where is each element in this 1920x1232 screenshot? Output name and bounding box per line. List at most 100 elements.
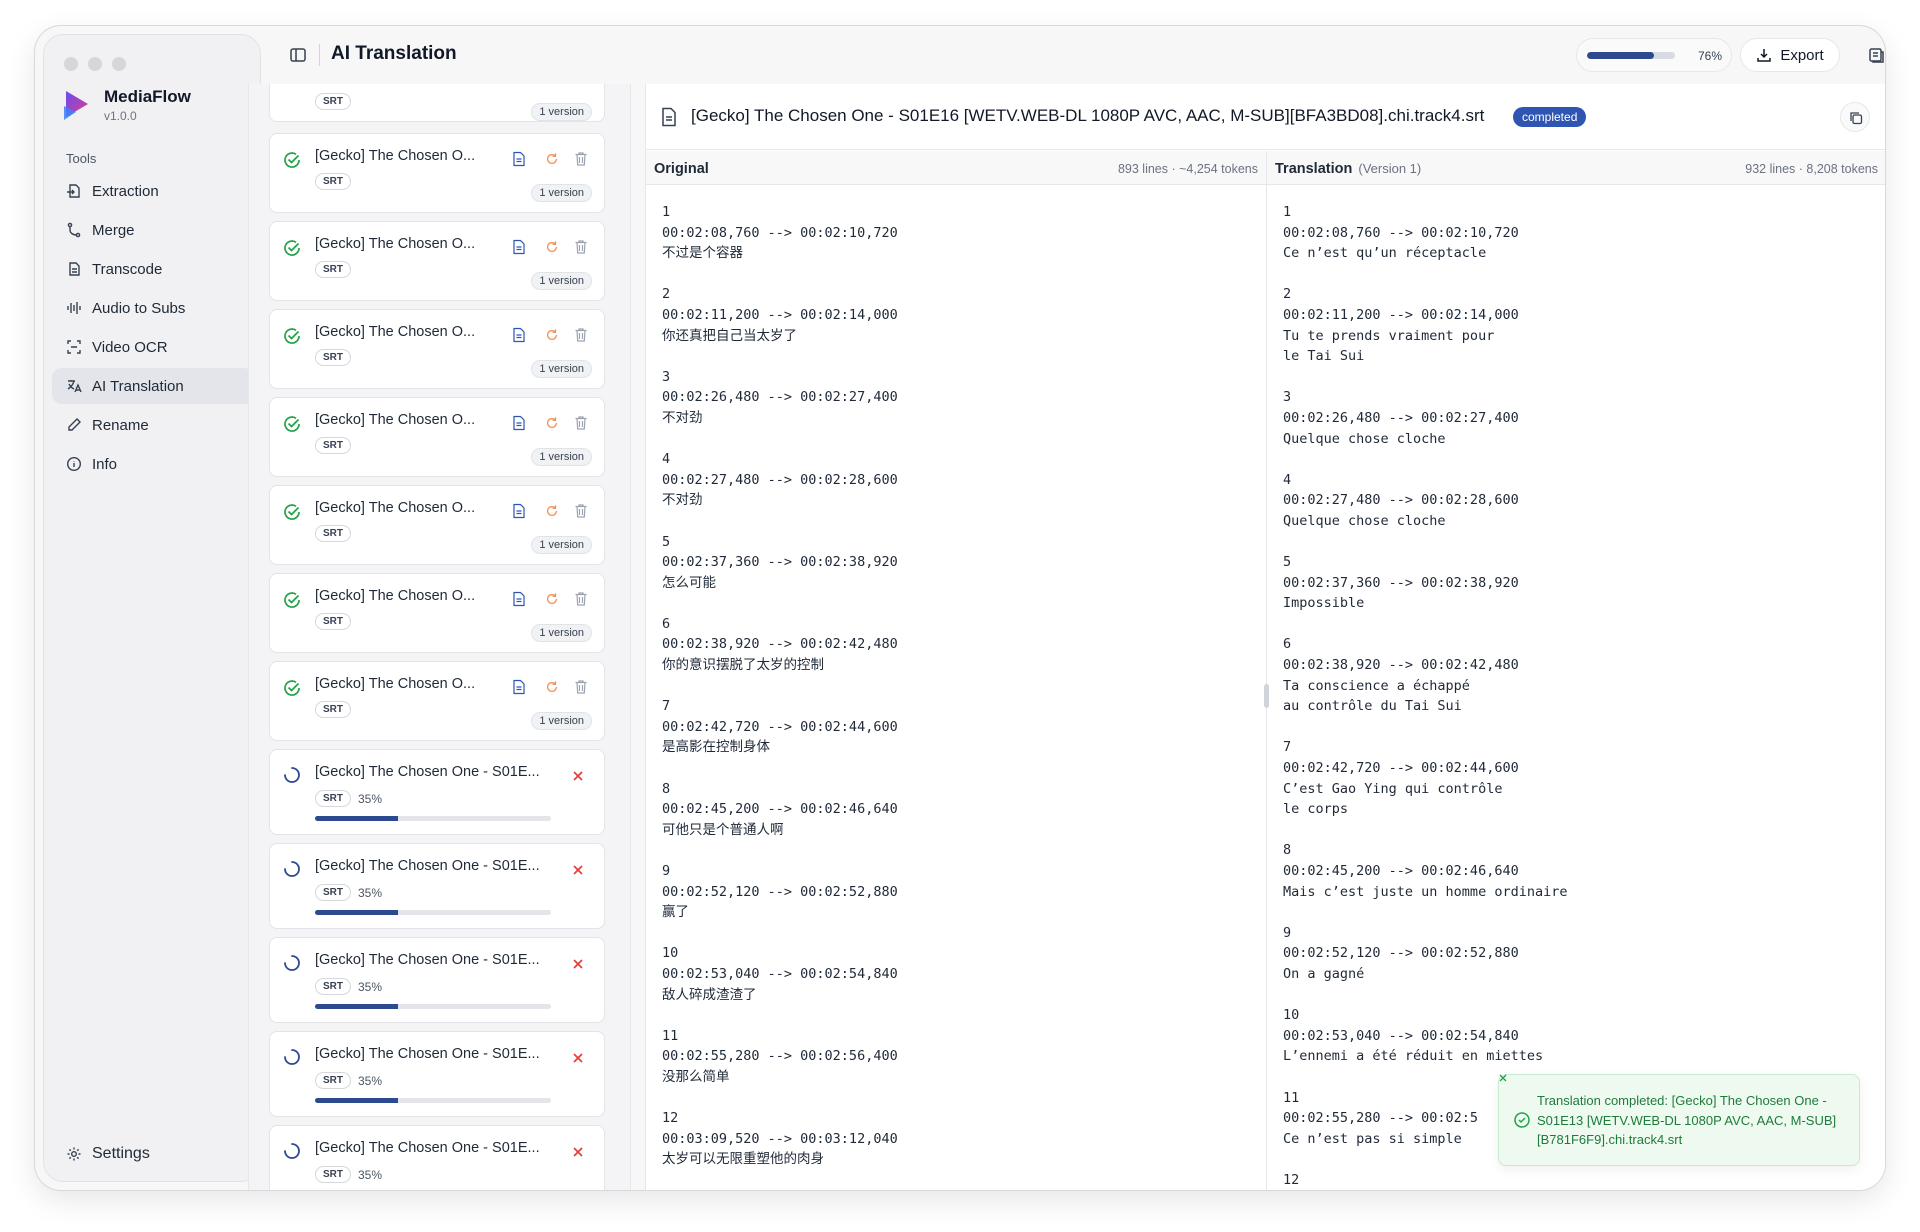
file-card-completed[interactable]: [Gecko] The Chosen O... SRT 1 version — [269, 309, 605, 389]
subtitle-entry: 12 — [1283, 1170, 1885, 1190]
trash-icon[interactable] — [574, 327, 588, 343]
file-name: [Gecko] The Chosen One - S01E... — [315, 952, 540, 968]
subtitle-index: 3 — [1283, 389, 1292, 406]
format-badge: SRT — [315, 349, 351, 366]
sidebar-item-rename[interactable]: Rename — [52, 407, 254, 443]
subtitle-entry: 6 00:02:38,920 --> 00:02:42,480 Ta conscie… — [1283, 634, 1885, 716]
trash-icon[interactable] — [574, 239, 588, 255]
subtitle-entry: 10 00:02:53,040 --> 00:02:54,840 L’ennemi … — [1283, 1005, 1885, 1067]
sidebar-item-info[interactable]: Info — [52, 446, 254, 482]
history-panel-icon[interactable] — [1867, 46, 1885, 64]
file-list[interactable]: SRT 1 version [Gecko] The Chosen O... SRT 1 … — [248, 84, 631, 1190]
view-file-icon[interactable] — [512, 415, 526, 431]
format-badge: SRT — [315, 261, 351, 278]
file-card-in-progress[interactable]: [Gecko] The Chosen One - S01E... SRT 35% — [269, 749, 605, 835]
trash-icon[interactable] — [574, 591, 588, 607]
retry-icon[interactable] — [545, 679, 559, 695]
sidebar-item-video-ocr[interactable]: Video OCR — [52, 329, 254, 365]
retry-icon[interactable] — [545, 327, 559, 343]
maximize-window-button[interactable] — [112, 57, 126, 71]
version-badge: 1 version — [531, 184, 592, 202]
subtitle-entry: 4 00:02:27,480 --> 00:02:28,600 Quelque ch… — [1283, 470, 1885, 532]
close-window-button[interactable] — [64, 57, 78, 71]
file-card-completed[interactable]: [Gecko] The Chosen O... SRT 1 version — [269, 397, 605, 477]
retry-icon[interactable] — [545, 591, 559, 607]
file-name: [Gecko] The Chosen One - S01E... — [315, 764, 540, 780]
download-icon — [1757, 49, 1772, 62]
subtitle-entry: 7 00:02:42,720 --> 00:02:44,600 是高影在控制身体 — [662, 696, 1266, 758]
spinner-icon — [284, 861, 300, 877]
original-text-pane[interactable]: 1 00:02:08,760 --> 00:02:10,720 不过是个容器 2 00:… — [646, 186, 1266, 1190]
sidebar-item-audio-to-subs[interactable]: Audio to Subs — [52, 290, 254, 326]
sidebar-item-transcode[interactable]: Transcode — [52, 251, 254, 287]
file-name: [Gecko] The Chosen One - S01E... — [315, 1046, 540, 1062]
file-card-in-progress[interactable]: [Gecko] The Chosen One - S01E... SRT 35% — [269, 843, 605, 929]
progress-percent: 35% — [358, 792, 383, 806]
subtitle-text: 太岁可以无限重塑他的肉身 — [662, 1151, 824, 1168]
retry-icon[interactable] — [545, 503, 559, 519]
cancel-icon[interactable] — [572, 864, 584, 876]
file-card-completed[interactable]: [Gecko] The Chosen O... SRT 1 version — [269, 221, 605, 301]
subtitle-text: au contrôle du Tai Sui — [1283, 698, 1462, 715]
view-file-icon[interactable] — [512, 327, 526, 343]
sidebar-toggle-icon[interactable] — [289, 46, 307, 64]
retry-icon[interactable] — [545, 151, 559, 167]
settings-button[interactable]: Settings — [66, 1145, 150, 1163]
file-card-completed[interactable]: [Gecko] The Chosen O... SRT 1 version — [269, 661, 605, 741]
window-controls — [64, 57, 126, 71]
subtitle-timecode: 00:02:37,360 --> 00:02:38,920 — [662, 554, 898, 571]
cancel-icon[interactable] — [572, 1052, 584, 1064]
view-file-icon[interactable] — [512, 503, 526, 519]
subtitle-index: 8 — [1283, 842, 1292, 859]
cancel-icon[interactable] — [572, 958, 584, 970]
file-card-in-progress[interactable]: [Gecko] The Chosen One - S01E... SRT 35% — [269, 937, 605, 1023]
view-file-icon[interactable] — [512, 679, 526, 695]
subtitle-text: Quelque chose cloche — [1283, 512, 1446, 529]
copy-icon — [1850, 112, 1863, 125]
minimize-window-button[interactable] — [88, 57, 102, 71]
success-check-icon — [284, 416, 300, 432]
file-card-completed[interactable]: SRT 1 version — [269, 84, 605, 122]
file-card-completed[interactable]: [Gecko] The Chosen O... SRT 1 version — [269, 133, 605, 213]
sidebar-item-merge[interactable]: Merge — [52, 212, 254, 248]
viewer-file-name: [Gecko] The Chosen One - S01E16 [WETV.WE… — [691, 106, 1485, 125]
copy-button[interactable] — [1840, 102, 1870, 132]
file-card-in-progress[interactable]: [Gecko] The Chosen One - S01E... SRT 35% — [269, 1125, 605, 1190]
subtitle-index: 11 — [662, 1027, 679, 1044]
trash-icon[interactable] — [574, 679, 588, 695]
file-name: [Gecko] The Chosen One - S01E... — [315, 1140, 540, 1156]
sidebar-item-extraction[interactable]: Extraction — [52, 173, 254, 209]
file-card-completed[interactable]: [Gecko] The Chosen O... SRT 1 version — [269, 573, 605, 653]
subtitle-index: 5 — [1283, 554, 1292, 571]
subtitle-timecode: 00:02:11,200 --> 00:02:14,000 — [1283, 306, 1519, 323]
subtitle-timecode: 00:02:55,280 --> 00:02:56,400 — [662, 1048, 898, 1065]
cancel-icon[interactable] — [572, 1146, 584, 1158]
view-file-icon[interactable] — [512, 239, 526, 255]
subtitle-text: 不对劲 — [662, 409, 703, 426]
view-file-icon[interactable] — [512, 151, 526, 167]
retry-icon[interactable] — [545, 415, 559, 431]
brand: MediaFlow v1.0.0 — [62, 87, 191, 123]
trash-icon[interactable] — [574, 503, 588, 519]
retry-icon[interactable] — [545, 239, 559, 255]
toast-message: Translation completed: [Gecko] The Chose… — [1537, 1093, 1837, 1147]
subtitle-text: C’est Gao Ying qui contrôle — [1283, 780, 1503, 797]
subtitle-timecode: 00:02:52,120 --> 00:02:52,880 — [1283, 945, 1519, 962]
view-file-icon[interactable] — [512, 591, 526, 607]
cancel-icon[interactable] — [572, 770, 584, 782]
progress-percent: 35% — [358, 886, 383, 900]
sidebar-item-ai-translation[interactable]: AI Translation — [52, 368, 254, 404]
format-badge: SRT — [315, 1166, 351, 1183]
trash-icon[interactable] — [574, 151, 588, 167]
translation-text-pane[interactable]: 1 00:02:08,760 --> 00:02:10,720 Ce n’est q… — [1267, 186, 1885, 1190]
subtitle-viewer: [Gecko] The Chosen One - S01E16 [WETV.WE… — [645, 84, 1885, 1190]
file-card-in-progress[interactable]: [Gecko] The Chosen One - S01E... SRT 35% — [269, 1031, 605, 1117]
toast-close-icon[interactable] — [1496, 1071, 1510, 1085]
trash-icon[interactable] — [574, 415, 588, 431]
export-button[interactable]: Export — [1740, 38, 1840, 72]
subtitle-entry: 2 00:02:11,200 --> 00:02:14,000 Tu te pren… — [1283, 284, 1885, 366]
file-progress-bar — [315, 1098, 551, 1103]
export-label: Export — [1780, 46, 1824, 64]
subtitle-index: 12 — [1283, 1171, 1300, 1188]
file-card-completed[interactable]: [Gecko] The Chosen O... SRT 1 version — [269, 485, 605, 565]
